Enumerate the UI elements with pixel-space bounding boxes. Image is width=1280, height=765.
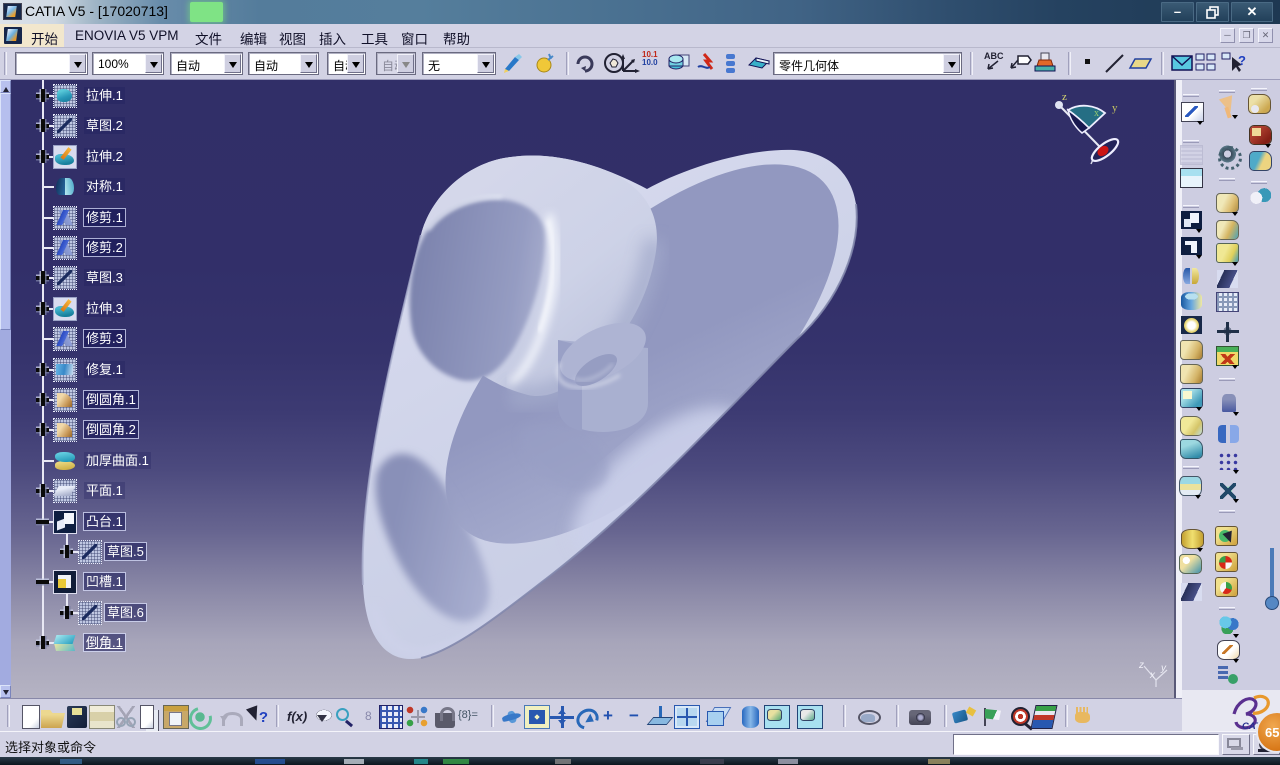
svg-text:y: y bbox=[1112, 102, 1118, 114]
svg-text:y: y bbox=[1160, 663, 1167, 674]
svg-text:x: x bbox=[1149, 670, 1156, 681]
svg-text:x: x bbox=[1094, 108, 1099, 119]
svg-text:z: z bbox=[1062, 91, 1067, 103]
svg-text:?: ? bbox=[1238, 53, 1246, 68]
svg-text:z: z bbox=[1138, 660, 1144, 671]
